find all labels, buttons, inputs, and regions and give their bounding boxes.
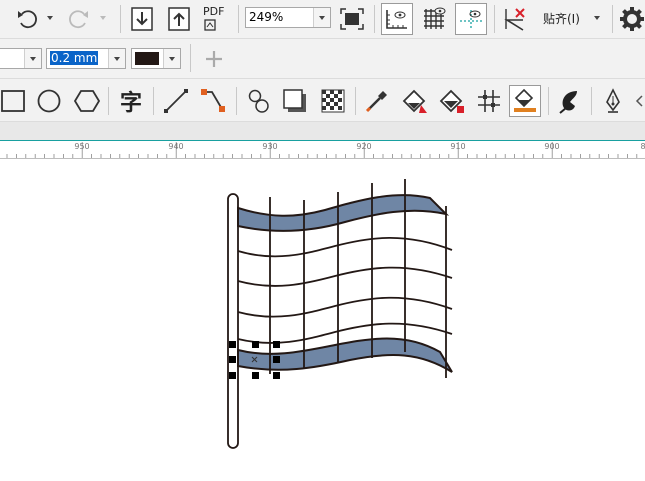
ruler-label: 950 [74,142,90,151]
chevron-down-icon[interactable] [24,49,41,68]
chevron-down-icon[interactable] [163,49,180,68]
ellipse-tool-icon[interactable] [35,87,63,115]
text-tool-icon[interactable]: 字 [116,87,146,116]
show-guidelines-icon[interactable] [455,3,487,35]
text-tool-glyph: 字 [119,91,142,116]
straight-line-icon[interactable] [161,87,191,115]
show-grid-icon[interactable] [419,4,449,34]
zoom-level-value: 249% [249,10,284,24]
horizontal-ruler[interactable]: 950 940 930 920 910 900 8 [0,140,645,159]
snap-to-label[interactable]: 贴齐(I) [543,10,580,27]
ruler-label: 920 [356,142,372,151]
chevron-down-icon[interactable] [108,49,125,68]
toolbox: 字 [0,79,645,122]
transparency-icon[interactable] [318,87,348,115]
import-icon[interactable] [129,5,155,33]
add-icon[interactable] [202,47,226,71]
drawing-canvas[interactable] [0,159,645,477]
smart-fill-icon[interactable] [437,87,467,115]
pen-icon[interactable] [555,87,585,115]
ruler-label: 900 [544,142,560,151]
attributes-eyedropper-icon[interactable] [509,85,541,117]
outline-color-picker[interactable] [131,48,181,69]
undo-icon[interactable] [14,6,40,32]
snap-off-icon[interactable] [502,5,530,33]
outline-width-value: 0.2 mm [50,51,99,65]
property-bar: 0.2 mm [0,39,645,79]
ruler-label: 910 [450,142,466,151]
flag-pole[interactable] [227,193,239,449]
pdf-label: PDF [203,5,225,18]
rectangle-tool-icon[interactable] [0,87,28,115]
chevron-down-icon[interactable] [313,8,330,27]
show-rulers-icon[interactable] [381,3,413,35]
publish-pdf-icon[interactable]: PDF [202,5,230,33]
polygon-tool-icon[interactable] [73,87,101,115]
chevron-left-icon[interactable] [632,93,645,109]
drop-shadow-icon[interactable] [280,87,310,115]
chevron-down-icon[interactable] [594,16,600,20]
export-icon[interactable] [166,5,192,33]
outline-color-swatch [135,52,159,65]
ruler-label: 940 [168,142,184,151]
line-style-combo[interactable] [0,48,42,69]
outline-width-combo[interactable]: 0.2 mm [46,48,126,69]
mesh-fill-icon[interactable] [474,87,504,115]
interactive-fill-icon[interactable] [400,87,430,115]
shape-tool-icon[interactable] [244,87,274,115]
zoom-level-combo[interactable]: 249% [245,7,331,28]
ruler-label: 8 [640,142,645,151]
options-gear-icon[interactable] [619,5,645,33]
redo-icon[interactable] [66,6,92,32]
eyedropper-icon[interactable] [362,87,392,115]
flag-drawing [227,179,453,449]
fountain-pen-icon[interactable] [598,87,628,115]
toolbar-gutter [0,122,645,140]
full-screen-preview-icon[interactable] [338,6,366,32]
ruler-label: 930 [262,142,278,151]
connector-icon[interactable] [198,87,228,115]
standard-toolbar: PDF 249% 贴齐(I) [0,0,645,39]
